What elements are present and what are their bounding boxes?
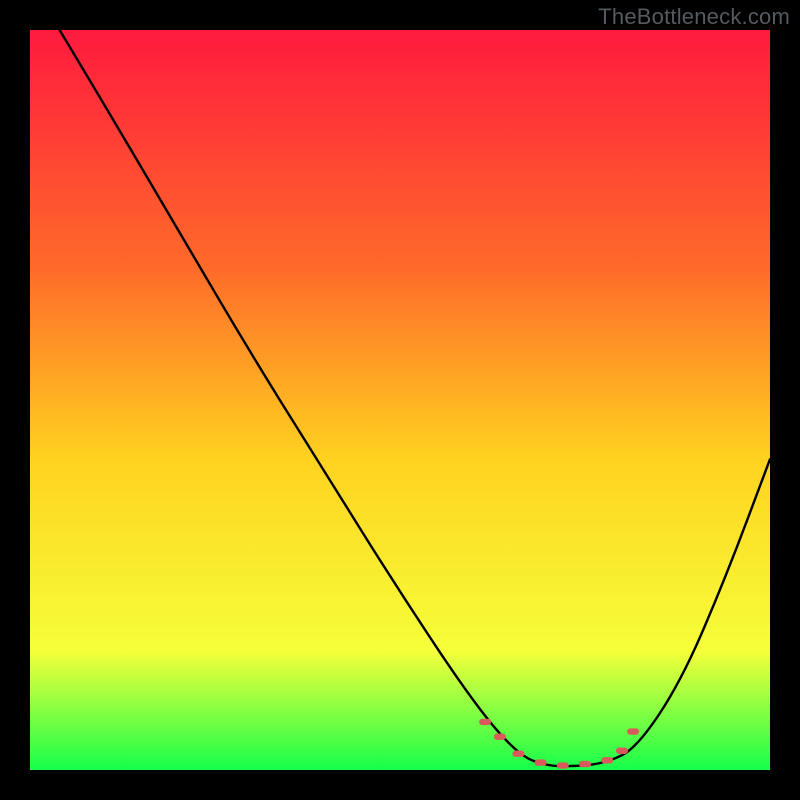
bottleneck-curve-chart [30, 30, 770, 770]
marker-dot [616, 748, 628, 754]
marker-dot [557, 762, 569, 768]
marker-dot [601, 757, 613, 763]
marker-dot [494, 734, 506, 740]
plot-area [30, 30, 770, 770]
marker-dot [627, 728, 639, 734]
marker-dot [579, 761, 591, 767]
marker-dot [535, 759, 547, 765]
chart-frame: TheBottleneck.com [0, 0, 800, 800]
marker-dot [512, 751, 524, 757]
gradient-background [30, 30, 770, 770]
watermark-text: TheBottleneck.com [598, 4, 790, 30]
marker-dot [479, 719, 491, 725]
